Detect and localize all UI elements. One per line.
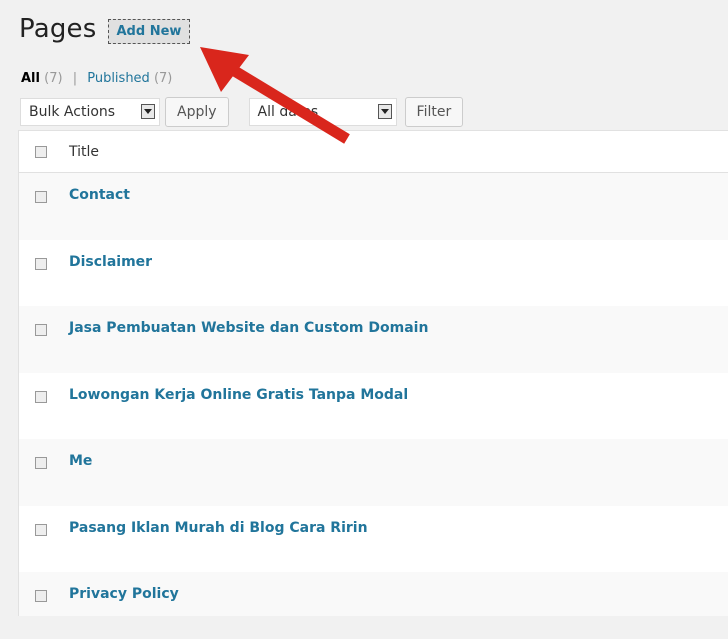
bulk-actions-value: Bulk Actions [29,104,116,120]
filter-published-count: (7) [153,71,173,86]
page-title-link[interactable]: Jasa Pembuatan Website dan Custom Domain [69,320,428,336]
row-checkbox[interactable] [35,590,47,602]
row-checkbox[interactable] [35,324,47,336]
row-checkbox[interactable] [35,257,47,270]
filter-all-link[interactable]: All [21,71,40,86]
table-row: Jasa Pembuatan Website dan Custom Domain [19,306,728,373]
arrow-head [200,47,249,92]
dropdown-arrow-icon[interactable] [377,104,392,119]
bulk-actions-select[interactable]: Bulk Actions [20,98,160,126]
dropdown-arrow-icon[interactable] [141,104,155,119]
add-new-button[interactable]: Add New [107,18,191,44]
select-all-checkbox[interactable] [35,145,47,158]
table-row: Lowongan Kerja Online Gratis Tanpa Modal [19,372,728,439]
page-title-link[interactable]: Contact [69,187,130,203]
page-title-link[interactable]: Me [69,453,92,469]
row-checkbox[interactable] [35,457,47,469]
page-title-link[interactable]: Disclaimer [69,254,152,270]
row-checkbox[interactable] [35,191,47,203]
row-checkbox[interactable] [35,390,47,403]
table-row: Contact [19,173,728,240]
row-checkbox[interactable] [35,523,47,536]
table-header: Title [19,131,728,173]
filter-button[interactable]: Filter [404,97,464,127]
tablenav: Bulk Actions Apply All dates Filter [20,97,464,127]
table-row: Privacy Policy [19,572,728,639]
filter-all-count: (7) [44,71,63,86]
dates-select[interactable]: All dates [248,98,397,126]
apply-button[interactable]: Apply [165,97,229,127]
page-header: Pages Add New [19,14,191,44]
table-row: Disclaimer [19,239,728,306]
column-title-header[interactable]: Title [69,144,99,160]
pages-table: Title Contact Disclaimer Jasa Pembuatan … [18,130,728,616]
status-filter-links: All (7) | Published (7) [21,71,172,86]
filter-published-link[interactable]: Published [87,71,150,86]
page-title-link[interactable]: Pasang Iklan Murah di Blog Cara Ririn [69,520,368,536]
page-title: Pages [19,14,97,44]
table-row: Me [19,439,728,506]
dates-value: All dates [257,104,319,120]
filter-separator: | [72,71,78,86]
page-title-link[interactable]: Privacy Policy [69,586,179,602]
table-row: Pasang Iklan Murah di Blog Cara Ririn [19,505,728,572]
page-title-link[interactable]: Lowongan Kerja Online Gratis Tanpa Modal [69,387,408,403]
